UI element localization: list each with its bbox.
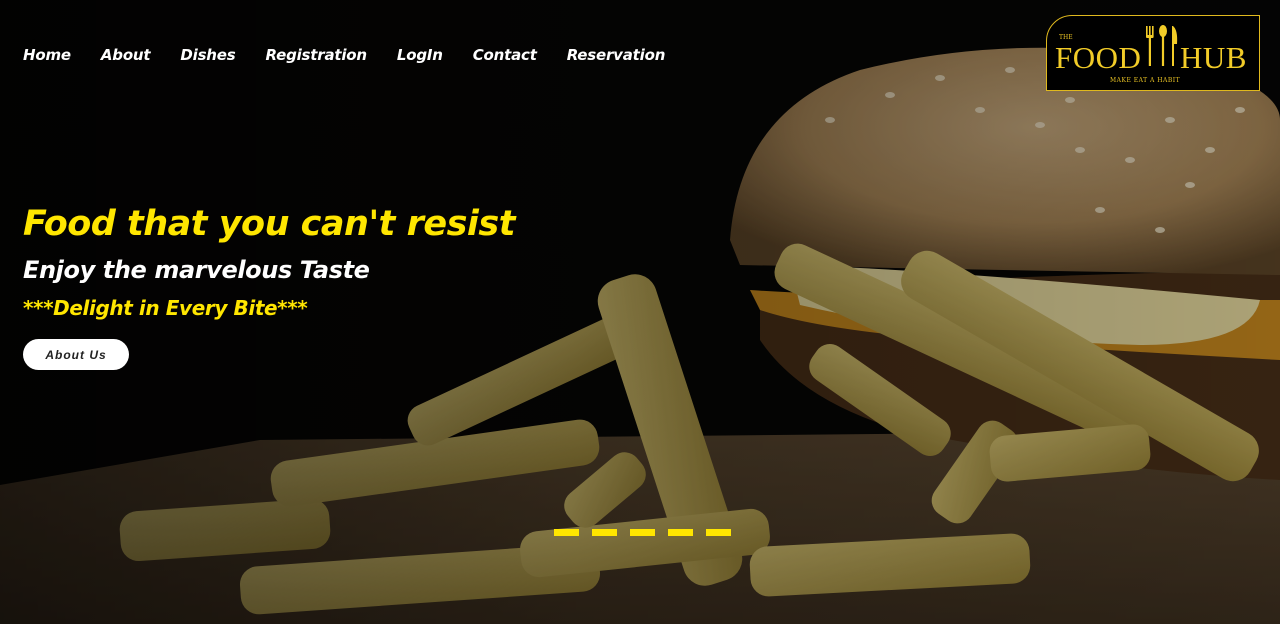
carousel-dot[interactable] [592,529,617,536]
nav-registration[interactable]: Registration [266,45,368,65]
carousel-dot[interactable] [706,529,731,536]
logo-word-hub: HUB [1180,40,1247,75]
carousel-dot[interactable] [668,529,693,536]
nav-reservation[interactable]: Reservation [567,45,666,65]
brand-logo[interactable]: THE FOOD HUB MAKE EAT A HABIT [1046,15,1260,91]
hero-headline: Food that you can't resist [23,204,515,244]
nav-home[interactable]: Home [23,45,71,65]
hero-subheadline: Enjoy the marvelous Taste [23,256,370,284]
carousel-dot[interactable] [630,529,655,536]
nav-dishes[interactable]: Dishes [180,45,235,65]
logo-word-food: FOOD [1055,40,1142,75]
nav-about[interactable]: About [101,45,151,65]
hero-tagline: ***Delight in Every Bite*** [23,296,308,320]
fork-spoon-knife-icon [1146,25,1178,66]
main-nav: Home About Dishes Registration LogIn Con… [23,45,695,65]
hero-section: Home About Dishes Registration LogIn Con… [0,0,1280,624]
nav-contact[interactable]: Contact [473,45,537,65]
carousel-indicators [554,529,731,536]
carousel-dot[interactable] [554,529,579,536]
logo-tagline: MAKE EAT A HABIT [1110,77,1181,84]
about-us-button[interactable]: About Us [23,339,129,370]
nav-login[interactable]: LogIn [397,45,443,65]
